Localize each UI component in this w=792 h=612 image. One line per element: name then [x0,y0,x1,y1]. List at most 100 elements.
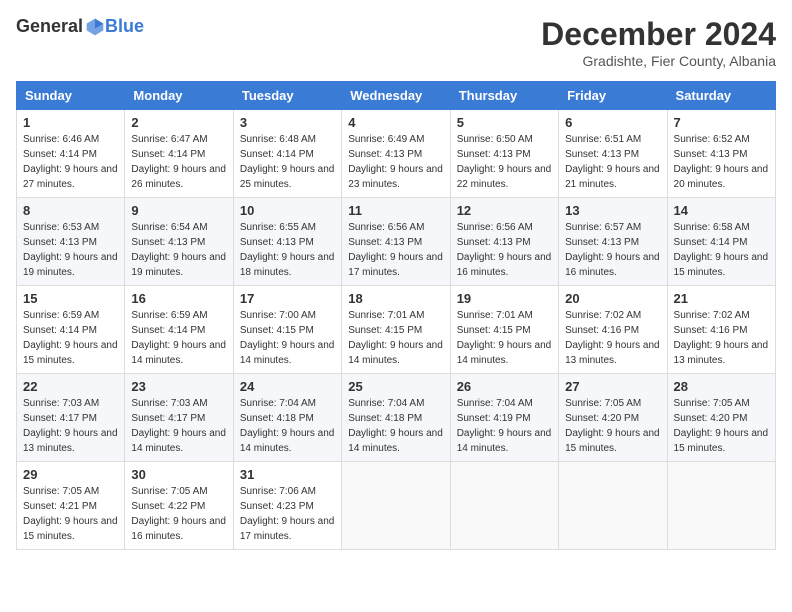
month-title: December 2024 [541,16,776,53]
calendar-cell: 25Sunrise: 7:04 AMSunset: 4:18 PMDayligh… [342,374,450,462]
day-info: Sunrise: 7:06 AMSunset: 4:23 PMDaylight:… [240,484,335,544]
day-info: Sunrise: 6:54 AMSunset: 4:13 PMDaylight:… [131,220,226,280]
day-number: 28 [674,379,769,394]
day-number: 2 [131,115,226,130]
day-number: 29 [23,467,118,482]
calendar-cell: 23 Sunrise: 7:03 AMSunset: 4:17 PMDayligh… [125,374,233,462]
calendar-cell: 10 Sunrise: 6:55 AMSunset: 4:13 PMDayligh… [233,198,341,286]
day-info: Sunrise: 6:48 AMSunset: 4:14 PMDaylight:… [240,132,335,192]
day-info: Sunrise: 6:49 AMSunset: 4:13 PMDaylight:… [348,132,443,192]
day-info: Sunrise: 6:56 AMSunset: 4:13 PMDaylight:… [348,220,443,280]
day-info: Sunrise: 6:53 AMSunset: 4:13 PMDaylight:… [23,220,118,280]
calendar-cell: 6Sunrise: 6:51 AMSunset: 4:13 PMDaylight… [559,110,667,198]
location-subtitle: Gradishte, Fier County, Albania [541,53,776,69]
title-block: December 2024 Gradishte, Fier County, Al… [541,16,776,69]
header-row: SundayMondayTuesdayWednesdayThursdayFrid… [17,82,776,110]
logo-icon [85,17,105,37]
day-info: Sunrise: 7:04 AMSunset: 4:19 PMDaylight:… [457,396,552,456]
day-info: Sunrise: 7:02 AMSunset: 4:16 PMDaylight:… [565,308,660,368]
day-number: 12 [457,203,552,218]
day-info: Sunrise: 7:04 AMSunset: 4:18 PMDaylight:… [240,396,335,456]
day-info: Sunrise: 6:58 AMSunset: 4:14 PMDaylight:… [674,220,769,280]
day-info: Sunrise: 7:03 AMSunset: 4:17 PMDaylight:… [23,396,118,456]
calendar-cell: 11Sunrise: 6:56 AMSunset: 4:13 PMDayligh… [342,198,450,286]
header-day: Saturday [667,82,775,110]
calendar-cell: 5 Sunrise: 6:50 AMSunset: 4:13 PMDaylight… [450,110,558,198]
day-info: Sunrise: 6:56 AMSunset: 4:13 PMDaylight:… [457,220,552,280]
day-info: Sunrise: 7:05 AMSunset: 4:20 PMDaylight:… [565,396,660,456]
calendar-week: 1 Sunrise: 6:46 AMSunset: 4:14 PMDaylight… [17,110,776,198]
calendar-cell [559,462,667,550]
calendar-cell: 9 Sunrise: 6:54 AMSunset: 4:13 PMDaylight… [125,198,233,286]
calendar-cell: 18 Sunrise: 7:01 AMSunset: 4:15 PMDayligh… [342,286,450,374]
day-number: 25 [348,379,443,394]
day-info: Sunrise: 6:59 AMSunset: 4:14 PMDaylight:… [131,308,226,368]
header-day: Tuesday [233,82,341,110]
day-number: 23 [131,379,226,394]
day-number: 7 [674,115,769,130]
day-info: Sunrise: 6:46 AMSunset: 4:14 PMDaylight:… [23,132,118,192]
calendar-cell [342,462,450,550]
day-info: Sunrise: 7:01 AMSunset: 4:15 PMDaylight:… [457,308,552,368]
calendar-cell: 7 Sunrise: 6:52 AMSunset: 4:13 PMDaylight… [667,110,775,198]
day-number: 5 [457,115,552,130]
calendar-cell: 1 Sunrise: 6:46 AMSunset: 4:14 PMDaylight… [17,110,125,198]
day-number: 14 [674,203,769,218]
day-number: 20 [565,291,660,306]
calendar-cell: 26 Sunrise: 7:04 AMSunset: 4:19 PMDayligh… [450,374,558,462]
calendar-week: 29 Sunrise: 7:05 AMSunset: 4:21 PMDayligh… [17,462,776,550]
day-number: 9 [131,203,226,218]
calendar-cell: 30 Sunrise: 7:05 AMSunset: 4:22 PMDayligh… [125,462,233,550]
calendar-cell: 15Sunrise: 6:59 AMSunset: 4:14 PMDayligh… [17,286,125,374]
day-number: 24 [240,379,335,394]
day-number: 26 [457,379,552,394]
day-number: 22 [23,379,118,394]
calendar-cell: 8 Sunrise: 6:53 AMSunset: 4:13 PMDaylight… [17,198,125,286]
calendar-table: SundayMondayTuesdayWednesdayThursdayFrid… [16,81,776,550]
day-number: 17 [240,291,335,306]
day-number: 1 [23,115,118,130]
day-number: 13 [565,203,660,218]
day-number: 21 [674,291,769,306]
header-day: Friday [559,82,667,110]
day-info: Sunrise: 6:52 AMSunset: 4:13 PMDaylight:… [674,132,769,192]
day-number: 18 [348,291,443,306]
day-number: 16 [131,291,226,306]
calendar-cell: 12 Sunrise: 6:56 AMSunset: 4:13 PMDayligh… [450,198,558,286]
calendar-week: 15 Sunrise: 6:59 AMSunset: 4:14 PMDayligh… [17,286,776,374]
calendar-cell: 13 Sunrise: 6:57 AMSunset: 4:13 PMDayligh… [559,198,667,286]
calendar-week: 22 Sunrise: 7:03 AMSunset: 4:17 PMDayligh… [17,374,776,462]
day-info: Sunrise: 6:55 AMSunset: 4:13 PMDaylight:… [240,220,335,280]
logo: General Blue [16,16,144,37]
day-number: 10 [240,203,335,218]
day-info: Sunrise: 7:03 AMSunset: 4:17 PMDaylight:… [131,396,226,456]
header-day: Sunday [17,82,125,110]
calendar-cell: 4 Sunrise: 6:49 AMSunset: 4:13 PMDaylight… [342,110,450,198]
day-number: 8 [23,203,118,218]
logo-general: General [16,16,83,37]
calendar-cell: 29 Sunrise: 7:05 AMSunset: 4:21 PMDayligh… [17,462,125,550]
day-info: Sunrise: 6:57 AMSunset: 4:13 PMDaylight:… [565,220,660,280]
calendar-cell: 31 Sunrise: 7:06 AMSunset: 4:23 PMDayligh… [233,462,341,550]
day-info: Sunrise: 7:00 AMSunset: 4:15 PMDaylight:… [240,308,335,368]
day-number: 27 [565,379,660,394]
calendar-cell: 16 Sunrise: 6:59 AMSunset: 4:14 PMDayligh… [125,286,233,374]
calendar-cell: 28Sunrise: 7:05 AMSunset: 4:20 PMDayligh… [667,374,775,462]
calendar-week: 8 Sunrise: 6:53 AMSunset: 4:13 PMDaylight… [17,198,776,286]
logo-blue: Blue [105,16,144,37]
day-number: 4 [348,115,443,130]
day-number: 6 [565,115,660,130]
day-number: 19 [457,291,552,306]
day-number: 15 [23,291,118,306]
day-info: Sunrise: 7:05 AMSunset: 4:21 PMDaylight:… [23,484,118,544]
day-info: Sunrise: 6:47 AMSunset: 4:14 PMDaylight:… [131,132,226,192]
calendar-cell: 14 Sunrise: 6:58 AMSunset: 4:14 PMDayligh… [667,198,775,286]
day-number: 31 [240,467,335,482]
calendar-cell: 22 Sunrise: 7:03 AMSunset: 4:17 PMDayligh… [17,374,125,462]
day-number: 30 [131,467,226,482]
header-day: Wednesday [342,82,450,110]
day-info: Sunrise: 6:50 AMSunset: 4:13 PMDaylight:… [457,132,552,192]
calendar-cell: 19 Sunrise: 7:01 AMSunset: 4:15 PMDayligh… [450,286,558,374]
day-info: Sunrise: 7:01 AMSunset: 4:15 PMDaylight:… [348,308,443,368]
day-info: Sunrise: 7:05 AMSunset: 4:22 PMDaylight:… [131,484,226,544]
